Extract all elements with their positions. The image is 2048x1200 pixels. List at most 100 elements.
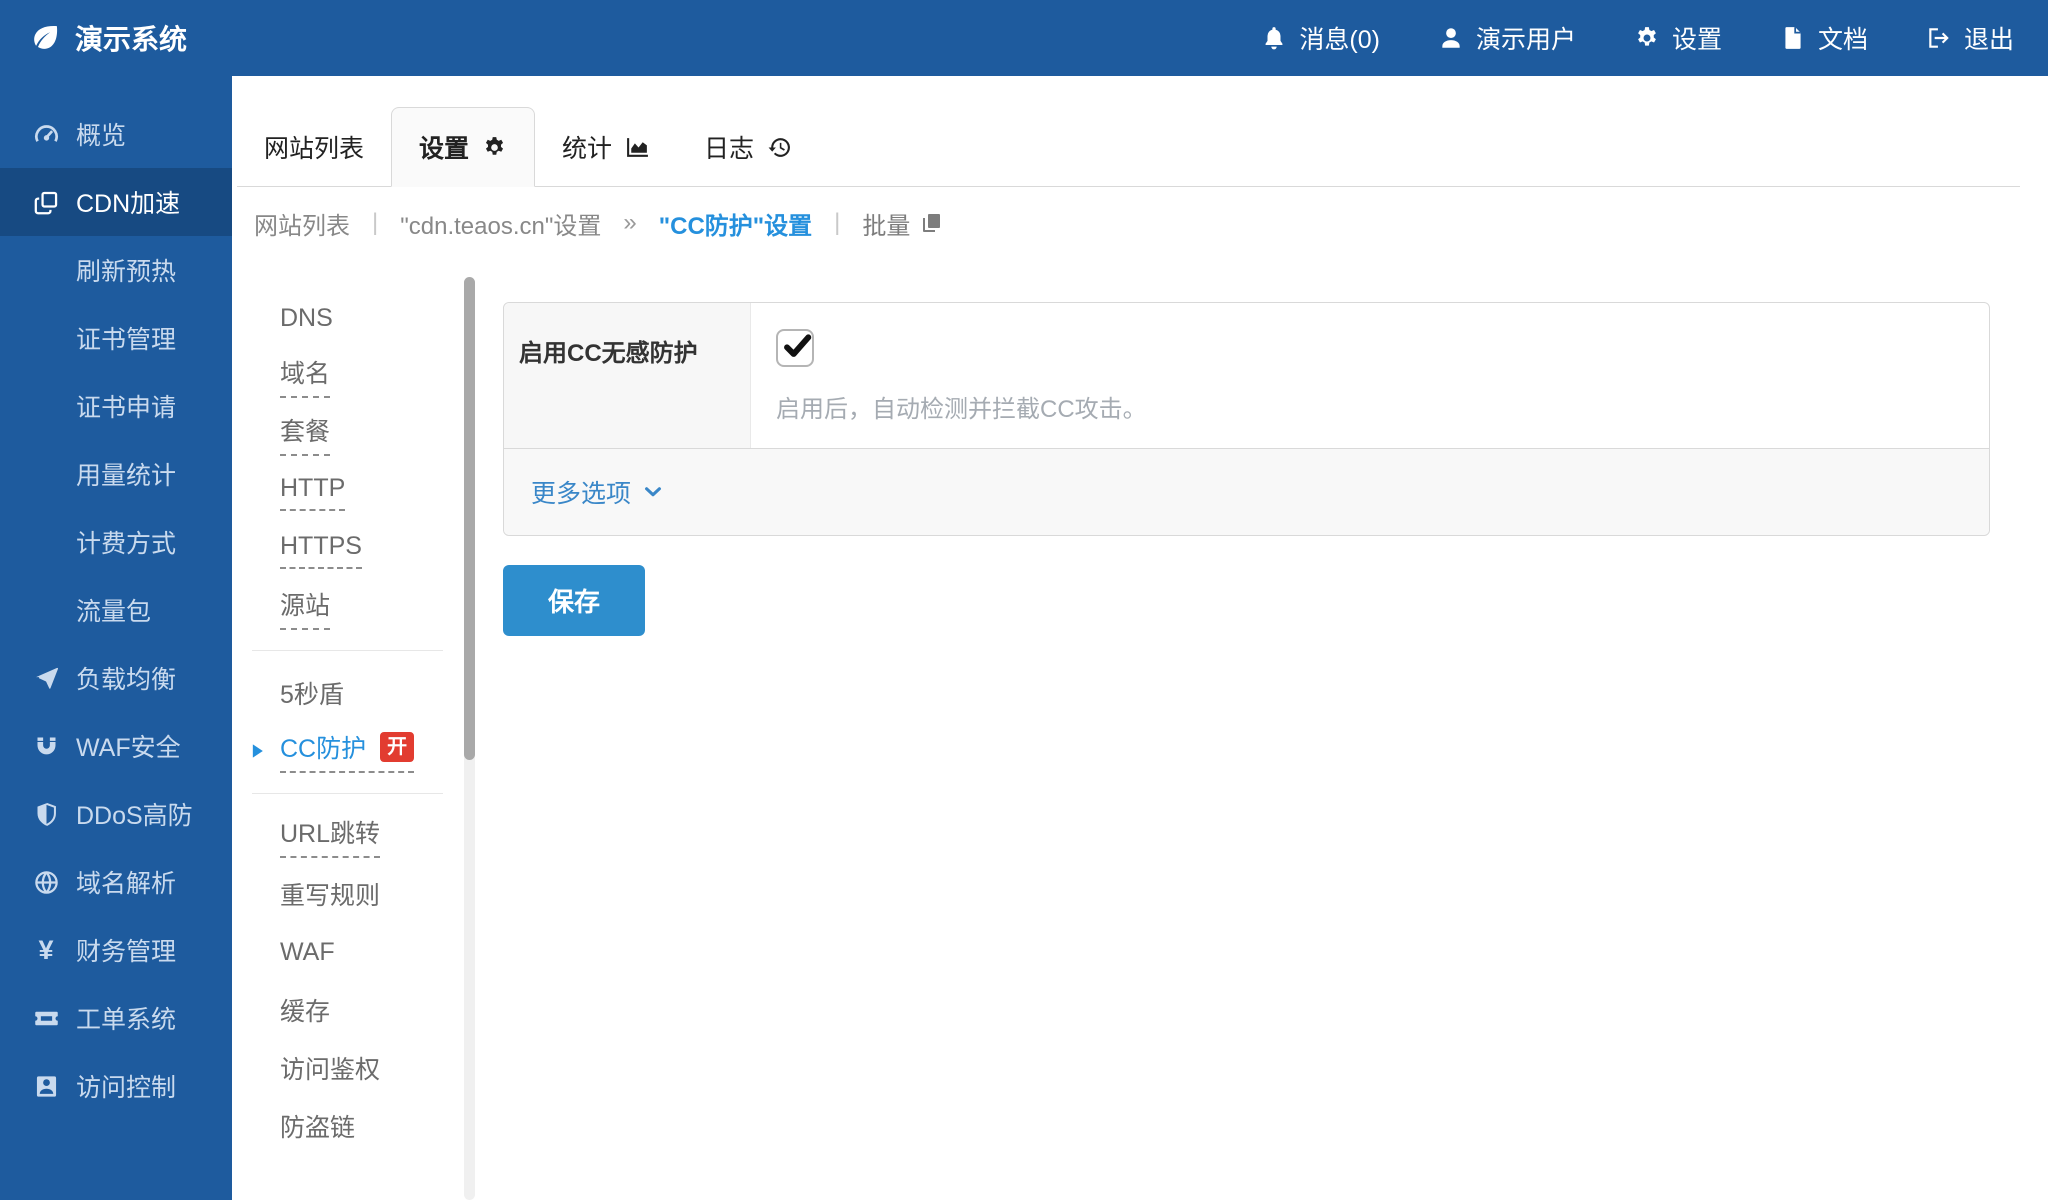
settings-menu-item[interactable]: 设置 (1634, 20, 1722, 56)
subnav-label: 访问鉴权 (280, 1050, 380, 1086)
enable-cc-description: 启用后，自动检测并拦截CC攻击。 (776, 389, 1959, 424)
subnav-item-dns[interactable]: DNS (232, 289, 477, 347)
logout-menu-item[interactable]: 退出 (1926, 20, 2014, 56)
sidebar-item-cdn[interactable]: CDN加速 (0, 168, 232, 236)
subnav-item-waf[interactable]: WAF (232, 923, 477, 981)
crumb-site-list[interactable]: 网站列表 (254, 206, 350, 241)
subnav-item-origin[interactable]: 源站 (232, 579, 477, 637)
gauge-icon (28, 120, 64, 148)
subnav-label: 套餐 (280, 412, 330, 456)
tab-site-list[interactable]: 网站列表 (237, 107, 391, 187)
topbar: 演示系统 消息(0) 演示用户 设置 文档 退出 (0, 0, 2048, 76)
sidebar-item-label: DDoS高防 (76, 796, 193, 832)
tab-logs[interactable]: 日志 (677, 107, 819, 187)
sidebar-item-access-control[interactable]: 访问控制 (0, 1052, 232, 1120)
crumb-site-settings[interactable]: "cdn.teaos.cn"设置 (400, 206, 601, 241)
subnav-item-hotlink[interactable]: 防盗链 (232, 1097, 477, 1155)
sidebar-item-label: WAF安全 (76, 728, 181, 764)
crumb-cc-settings[interactable]: "CC防护"设置 (659, 206, 812, 241)
subnav-item-domain[interactable]: 域名 (232, 347, 477, 405)
sidebar-item-waf[interactable]: WAF安全 (0, 712, 232, 780)
tab-label: 设置 (419, 129, 469, 165)
sidebar-item-finance[interactable]: ¥ 财务管理 (0, 916, 232, 984)
messages-menu-item[interactable]: 消息(0) (1261, 20, 1380, 56)
subnav-item-url-redirect[interactable]: URL跳转 (232, 807, 477, 865)
subnav-item-5s-shield[interactable]: 5秒盾 (232, 664, 477, 722)
sidebar-item-label: 概览 (76, 116, 126, 152)
subnav-item-cache[interactable]: 缓存 (232, 981, 477, 1039)
subnav-divider (252, 650, 443, 651)
sidebar-item-label: 财务管理 (76, 932, 176, 968)
leaf-icon (30, 23, 60, 53)
subnav-label: DNS (280, 304, 333, 333)
cc-protect-form: 启用CC无感防护 启用后，自动检测并拦截CC攻击。 更多选项 (477, 259, 2048, 1200)
subnav-item-plan[interactable]: 套餐 (232, 405, 477, 463)
subnav-item-https[interactable]: HTTPS (232, 521, 477, 579)
subnav-label: 源站 (280, 586, 330, 630)
bell-icon (1261, 25, 1287, 51)
tab-settings[interactable]: 设置 (391, 107, 535, 187)
card-footer: 更多选项 (504, 448, 1989, 535)
settings-card: 启用CC无感防护 启用后，自动检测并拦截CC攻击。 更多选项 (503, 302, 1990, 536)
tab-label: 统计 (562, 129, 612, 165)
shield-icon (28, 800, 64, 828)
user-label: 演示用户 (1476, 20, 1576, 56)
enable-cc-value: 启用后，自动检测并拦截CC攻击。 (751, 303, 1989, 448)
topbar-menu: 消息(0) 演示用户 设置 文档 退出 (1261, 20, 2014, 56)
brand-title: 演示系统 (75, 18, 187, 58)
sidebar-item-cert-apply[interactable]: 证书申请 (0, 372, 232, 440)
area-chart-icon (625, 135, 650, 160)
subnav-scrollbar-track (464, 277, 475, 1200)
enable-cc-checkbox[interactable] (776, 329, 814, 367)
sidebar: 概览 CDN加速 刷新预热 证书管理 证书申请 用量统计 计费方式 流量包 负载… (0, 76, 232, 1200)
sidebar-item-billing[interactable]: 计费方式 (0, 508, 232, 576)
sidebar-item-label: CDN加速 (76, 184, 180, 220)
main-content: 网站列表 设置 统计 日志 网站列表 | "cdn.teaos.cn"设置 » … (232, 76, 2048, 1200)
sidebar-item-label: 用量统计 (76, 456, 176, 492)
subnav-item-auth[interactable]: 访问鉴权 (232, 1039, 477, 1097)
subnav-item-http[interactable]: HTTP (232, 463, 477, 521)
docs-menu-item[interactable]: 文档 (1780, 20, 1868, 56)
subnav-label: 重写规则 (280, 876, 380, 912)
batch-label: 批量 (862, 206, 910, 241)
subnav-label: HTTP (280, 474, 345, 511)
caret-right-icon (247, 741, 267, 761)
tab-label: 网站列表 (264, 129, 364, 165)
sidebar-item-dns-resolve[interactable]: 域名解析 (0, 848, 232, 916)
tab-bar: 网站列表 设置 统计 日志 (237, 107, 2020, 187)
sidebar-item-overview[interactable]: 概览 (0, 100, 232, 168)
sidebar-item-usage-stats[interactable]: 用量统计 (0, 440, 232, 508)
user-icon (1438, 25, 1464, 51)
subnav-scrollbar-thumb[interactable] (464, 277, 475, 760)
logout-label: 退出 (1964, 20, 2014, 56)
gear-icon (482, 135, 507, 160)
tab-stats[interactable]: 统计 (535, 107, 677, 187)
sidebar-item-label: 域名解析 (76, 864, 176, 900)
sidebar-item-cert-manage[interactable]: 证书管理 (0, 304, 232, 372)
batch-link[interactable]: 批量 (862, 206, 944, 241)
gear-icon (1634, 25, 1660, 51)
sidebar-item-traffic-package[interactable]: 流量包 (0, 576, 232, 644)
sign-out-icon (1926, 25, 1952, 51)
tab-label: 日志 (704, 129, 754, 165)
save-button[interactable]: 保存 (503, 565, 645, 636)
subnav-label: CC防护 (280, 729, 366, 765)
sidebar-item-load-balance[interactable]: 负载均衡 (0, 644, 232, 712)
sidebar-item-label: 证书管理 (76, 320, 176, 356)
sidebar-item-label: 流量包 (76, 592, 151, 628)
brand: 演示系统 (30, 18, 187, 58)
sidebar-item-refresh-preheat[interactable]: 刷新预热 (0, 236, 232, 304)
paper-plane-icon (28, 664, 64, 692)
chevron-down-icon (642, 481, 664, 503)
subnav-label-wrap: CC防护 开 (280, 729, 414, 773)
subnav-item-cc-protect[interactable]: CC防护 开 (232, 722, 477, 780)
subnav-divider (252, 793, 443, 794)
settings-label: 设置 (1672, 20, 1722, 56)
subnav-label: HTTPS (280, 532, 362, 569)
breadcrumb-separator: | (372, 209, 378, 237)
sidebar-item-ddos[interactable]: DDoS高防 (0, 780, 232, 848)
subnav-item-rewrite-rules[interactable]: 重写规则 (232, 865, 477, 923)
sidebar-item-ticket-system[interactable]: 工单系统 (0, 984, 232, 1052)
user-menu-item[interactable]: 演示用户 (1438, 20, 1576, 56)
more-options-link[interactable]: 更多选项 (531, 474, 664, 510)
